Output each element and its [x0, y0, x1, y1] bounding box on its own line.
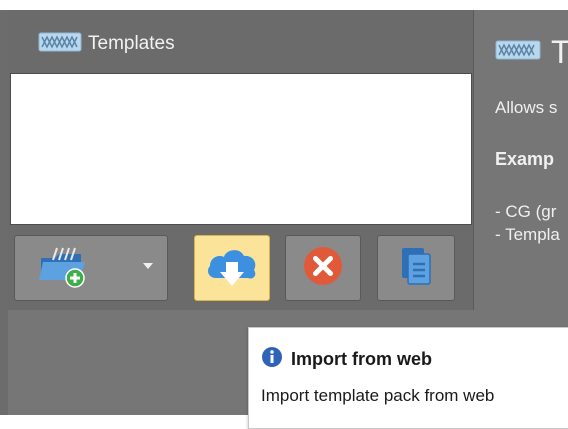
top-strip [0, 0, 568, 10]
template-grid-icon [495, 38, 541, 67]
remove-template-button[interactable] [285, 235, 361, 301]
caret-down-icon[interactable] [143, 263, 153, 269]
import-from-web-button[interactable] [194, 235, 270, 301]
details-description: Allows s [495, 98, 558, 117]
templates-panel-header: Templates [12, 16, 468, 72]
close-circle-icon [301, 244, 345, 293]
copy-document-icon [398, 244, 434, 293]
template-grid-icon [38, 31, 82, 58]
details-header: T [495, 34, 568, 71]
details-example-2: - Templa [495, 225, 560, 244]
folder-add-icon [35, 244, 91, 293]
details-examples-heading: Examp [495, 149, 555, 169]
left-edge [0, 10, 8, 415]
templates-list[interactable] [10, 73, 472, 225]
panel-title: Templates [88, 33, 175, 54]
info-icon [261, 346, 283, 373]
tooltip-header: Import from web [261, 346, 432, 373]
tooltip-description: Import template pack from web [261, 386, 495, 405]
import-tooltip: Import from web Import template pack fro… [248, 327, 568, 429]
details-example-1: - CG (gr [495, 202, 557, 221]
app-window: Templates T Allows s Examp - CG (gr - Te… [0, 0, 568, 429]
details-title: T [551, 34, 568, 70]
tooltip-title: Import from web [291, 349, 433, 369]
cloud-download-icon [204, 242, 260, 295]
copy-template-button[interactable] [377, 235, 455, 301]
add-template-dropdown-button[interactable] [14, 235, 168, 301]
